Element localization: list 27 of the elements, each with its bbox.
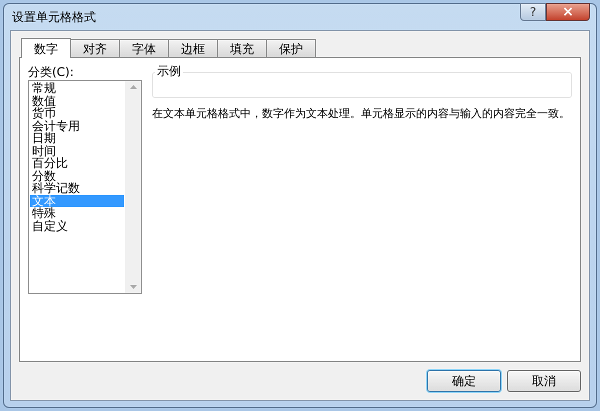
category-item[interactable]: 时间 <box>30 144 124 157</box>
scroll-down-icon[interactable] <box>130 285 136 289</box>
tab[interactable]: 数字 <box>21 38 71 58</box>
scrollbar[interactable] <box>125 81 141 293</box>
dialog-button[interactable]: 确定 <box>427 370 501 392</box>
category-item[interactable]: 日期 <box>30 132 124 144</box>
tab[interactable]: 填充 <box>217 39 267 57</box>
category-item[interactable]: 科学记数 <box>30 182 124 194</box>
window-title: 设置单元格格式 <box>11 9 96 26</box>
tab[interactable]: 字体 <box>119 39 169 57</box>
category-item[interactable]: 数值 <box>30 94 124 107</box>
category-item[interactable]: 分数 <box>30 170 124 182</box>
category-item[interactable]: 百分比 <box>30 157 124 170</box>
category-item[interactable]: 货币 <box>30 107 124 120</box>
description-text: 在文本单元格格式中，数字作为文本处理。单元格显示的内容与输入的内容完全一致。 <box>152 106 571 122</box>
tab[interactable]: 边框 <box>168 39 218 57</box>
scroll-up-icon[interactable] <box>130 85 136 89</box>
category-item[interactable]: 常规 <box>30 82 124 94</box>
help-button[interactable]: ? <box>520 3 546 21</box>
tab[interactable]: 保护 <box>266 39 316 57</box>
category-item[interactable]: 特殊 <box>30 207 124 220</box>
category-item[interactable]: 会计专用 <box>30 120 124 132</box>
tab[interactable]: 对齐 <box>70 39 120 57</box>
category-label: 分类(C): <box>28 64 75 80</box>
category-item[interactable]: 自定义 <box>30 220 124 232</box>
sample-label: 示例 <box>155 64 183 78</box>
dialog-button[interactable]: 取消 <box>507 370 581 392</box>
